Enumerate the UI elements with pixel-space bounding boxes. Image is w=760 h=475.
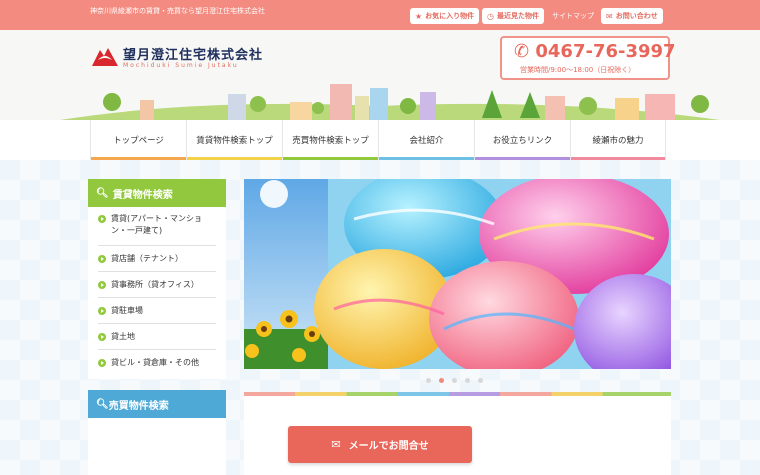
rental-item-residential[interactable]: 賃貸(アパート・マンション・一戸建て) [98,213,216,237]
sales-search-title: 売買物件検索 [108,400,169,412]
mail-icon: ✉ [606,11,613,21]
list-item-label: 貸ビル・貸倉庫・その他 [111,358,199,367]
townscape-illustration [60,84,720,120]
divider [98,323,216,324]
list-item-label: 貸土地 [111,332,135,341]
company-romaji: Mochiduki Sumie Jutaku [123,62,239,69]
arrow-bullet-icon [98,281,106,289]
slider-dot-active[interactable] [439,378,444,383]
company-name[interactable]: 望月澄江住宅株式会社 [123,44,263,63]
envelope-icon: ✉ [331,438,341,451]
business-hours: 営業時間/9:00～18:00（日祝除く） [520,66,636,74]
nav-label: 会社紹介 [409,136,444,146]
clock-icon: ◷ [487,11,494,21]
nav-label: 賃貸物件検索トップ [196,136,273,146]
nav-item-sales-search[interactable]: 売買物件検索トップ [282,120,378,160]
nav-item-ayase[interactable]: 綾瀬市の魅力 [570,120,666,160]
nav-item-company[interactable]: 会社紹介 [378,120,474,160]
sitemap-link[interactable]: サイトマップ [552,11,594,21]
slider-dot[interactable] [478,378,483,383]
site-tagline: 神奈川県綾瀬市の賃貸・売買なら望月澄江住宅株式会社 [90,7,265,15]
divider [98,245,216,246]
nav-item-top[interactable]: トップページ [90,120,186,160]
sales-search-panel: 🔍︎ 売買物件検索 [88,390,226,475]
rental-item-office[interactable]: 貸事務所（貸オフィス） [98,279,216,291]
global-nav: トップページ 賃貸物件検索トップ 売買物件検索トップ 会社紹介 お役立ちリンク … [0,120,760,160]
hero-slider-image[interactable] [244,179,671,369]
sales-search-heading[interactable]: 🔍︎ 売買物件検索 [88,390,226,418]
favorites-label: お気に入り物件 [425,12,475,20]
arrow-bullet-icon [98,333,106,341]
site-header: 望月澄江住宅株式会社 Mochiduki Sumie Jutaku ✆ 0467… [0,30,760,120]
rental-search-panel: 🔍︎ 賃貸物件検索 賃貸(アパート・マンション・一戸建て) 貸店舗（テナント） … [88,179,226,379]
recent-viewed-label: 最近見た物件 [496,12,539,20]
list-item-label: 賃貸(アパート・マンション・一戸建て) [111,214,202,235]
contact-label: お問い合わせ [615,12,658,20]
rental-item-land[interactable]: 貸土地 [98,331,216,343]
slider-pagination [426,378,483,386]
arrow-bullet-icon [98,359,106,367]
divider [98,349,216,350]
rental-search-heading[interactable]: 🔍︎ 賃貸物件検索 [88,179,226,207]
list-item-label: 貸駐車場 [111,306,143,315]
nav-label: 売買物件検索トップ [292,136,369,146]
arrow-bullet-icon [98,255,106,263]
star-icon: ★ [415,11,423,21]
favorites-button[interactable]: ★ お気に入り物件 [410,8,480,24]
list-item-label: 貸店舗（テナント） [111,254,183,263]
list-item-label: 貸事務所（貸オフィス） [111,280,199,289]
rental-search-title: 賃貸物件検索 [112,189,173,201]
slider-dot[interactable] [452,378,457,383]
search-icon: 🔍︎ [96,398,109,410]
search-icon: 🔍︎ [96,187,109,199]
slider-dot[interactable] [465,378,470,383]
phone-number-text: 0467-76-3997 [535,41,676,62]
phone-number[interactable]: ✆ 0467-76-3997 [514,41,676,62]
nav-label: トップページ [113,136,164,146]
slider-dot[interactable] [426,378,431,383]
company-logo-icon[interactable] [90,44,120,68]
divider [98,271,216,272]
phone-icon: ✆ [514,41,530,62]
nav-item-links[interactable]: お役立ちリンク [474,120,570,160]
recent-viewed-button[interactable]: ◷ 最近見た物件 [482,8,544,24]
rental-item-shop[interactable]: 貸店舗（テナント） [98,253,216,265]
arrow-bullet-icon [98,307,106,315]
contact-button[interactable]: ✉ お問い合わせ [601,8,663,24]
nav-label: 綾瀬市の魅力 [592,136,644,146]
mail-inquiry-button[interactable]: ✉ メールでお問合せ [288,426,472,463]
phone-box: ✆ 0467-76-3997 営業時間/9:00～18:00（日祝除く） [500,36,676,80]
nav-item-rental-search[interactable]: 賃貸物件検索トップ [186,120,282,160]
nav-label: お役立ちリンク [492,136,553,146]
divider [98,297,216,298]
top-bar: 神奈川県綾瀬市の賃貸・売買なら望月澄江住宅株式会社 ★ お気に入り物件 ◷ 最近… [0,0,760,30]
mail-inquiry-label: メールでお問合せ [348,441,429,452]
rental-item-parking[interactable]: 貸駐車場 [98,305,216,317]
arrow-bullet-icon [98,215,106,223]
rental-item-building[interactable]: 貸ビル・貸倉庫・その他 [98,357,216,369]
